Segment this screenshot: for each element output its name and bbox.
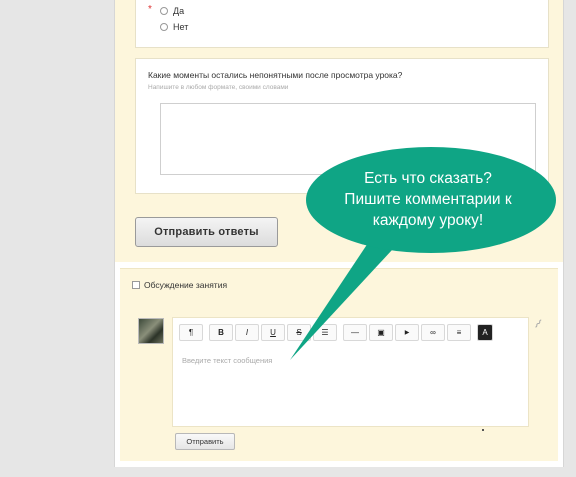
callout-text: Есть что сказать? Пишите комментарии к к… — [326, 168, 530, 231]
callout-line-3: каждому уроку! — [372, 212, 484, 229]
callout-line-2: Пишите комментарии к — [344, 191, 512, 208]
callout-bubble — [290, 147, 556, 360]
callout-tail — [290, 240, 392, 360]
callout-line-1: Есть что сказать? — [364, 170, 492, 187]
